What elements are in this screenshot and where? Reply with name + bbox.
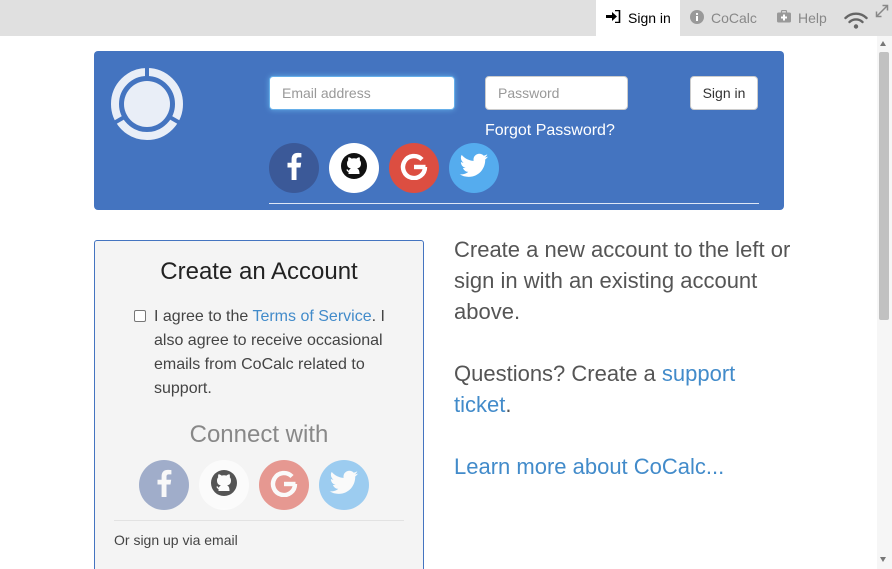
sign-up-via-email-text: Or sign up via email — [114, 532, 238, 548]
terms-of-service-link[interactable]: Terms of Service — [252, 308, 371, 325]
email-input[interactable] — [269, 76, 455, 110]
info-text: Create a new account to the left or sign… — [454, 237, 791, 324]
password-input[interactable] — [485, 76, 628, 110]
learn-more-link[interactable]: Learn more about CoCalc... — [454, 451, 724, 482]
facebook-icon — [156, 469, 172, 502]
forgot-password-link[interactable]: Forgot Password? — [485, 122, 615, 140]
sign-in-icon — [606, 9, 621, 26]
github-signin-button[interactable] — [329, 143, 379, 193]
google-icon — [270, 469, 298, 502]
questions-prefix-text: Questions? Create a — [454, 361, 662, 386]
questions-text: Questions? Create a support ticket. — [454, 358, 774, 420]
connection-wifi-icon[interactable] — [844, 12, 868, 34]
create-account-divider — [114, 520, 404, 521]
panel-divider — [269, 203, 759, 204]
tab-help-label: Help — [798, 10, 827, 26]
facebook-signup-button[interactable] — [139, 460, 189, 510]
tab-cocalc-label: CoCalc — [711, 10, 757, 26]
twitter-signin-button[interactable] — [449, 143, 499, 193]
google-signup-button[interactable] — [259, 460, 309, 510]
facebook-signin-button[interactable] — [269, 143, 319, 193]
twitter-icon — [329, 470, 359, 501]
info-icon — [690, 9, 704, 27]
tab-sign-in-label: Sign in — [628, 10, 671, 26]
fullscreen-expand-icon[interactable] — [874, 3, 890, 24]
sign-in-button[interactable]: Sign in — [690, 76, 758, 110]
create-account-title: Create an Account — [160, 258, 358, 285]
questions-suffix-text: . — [505, 392, 512, 417]
tab-cocalc[interactable]: CoCalc — [690, 0, 757, 36]
agree-prefix-text: I agree to the — [154, 308, 253, 325]
scroll-up-arrow-icon[interactable] — [880, 41, 886, 46]
github-icon — [339, 151, 369, 186]
scrollbar-thumb[interactable] — [879, 52, 889, 320]
connect-with-heading: Connect with — [189, 421, 329, 448]
top-nav-bar — [0, 0, 892, 36]
twitter-signup-button[interactable] — [319, 460, 369, 510]
terms-agree-label: I agree to the Terms of Service. I also … — [154, 305, 394, 401]
github-signup-button[interactable] — [199, 460, 249, 510]
sign-in-panel — [94, 51, 784, 210]
tab-sign-in[interactable]: Sign in — [596, 0, 680, 36]
google-signin-button[interactable] — [389, 143, 439, 193]
tab-help[interactable]: Help — [777, 0, 827, 36]
cocalc-logo-icon — [109, 66, 185, 142]
scroll-down-arrow-icon[interactable] — [880, 557, 886, 562]
twitter-icon — [459, 153, 489, 184]
facebook-icon — [286, 152, 302, 185]
google-icon — [400, 152, 428, 185]
terms-agree-checkbox[interactable] — [134, 310, 146, 322]
github-icon — [209, 468, 239, 503]
medkit-icon — [777, 9, 791, 26]
